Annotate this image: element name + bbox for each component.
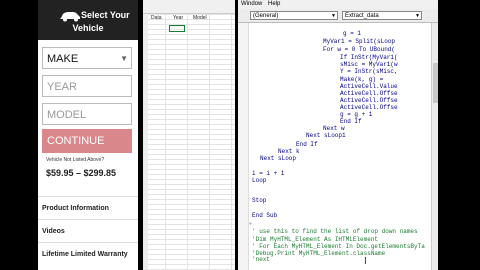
videos-section[interactable]: Videos (42, 228, 65, 235)
cell-grid[interactable] (143, 14, 235, 270)
object-combo[interactable]: (General) ▼ (250, 11, 338, 20)
chevron-down-icon: ▼ (331, 13, 336, 19)
code-line[interactable]: ActiveCell.Offse (340, 90, 398, 97)
scrollbar-thumb[interactable] (433, 63, 438, 103)
code-line[interactable]: ' For Each MyHTML_Element In Doc.getElem… (252, 243, 425, 250)
code-line[interactable]: End If (296, 141, 318, 148)
row-headers (143, 14, 148, 270)
menu-bar: Window Help (238, 0, 438, 9)
column-header-model[interactable]: Model (193, 15, 207, 21)
column-header-data[interactable]: Data (151, 15, 162, 21)
code-line[interactable]: Next w (323, 125, 345, 132)
code-line[interactable]: i = i + 1 (252, 170, 284, 177)
code-line[interactable]: 'next (252, 256, 270, 263)
price-range: $59.95 – $299.85 (46, 168, 117, 178)
vehicle-not-listed-link[interactable]: Vehicle Not Listed Above? (46, 157, 104, 163)
make-select-label: MAKE (47, 53, 79, 65)
code-line[interactable]: If InStr(MyVar1( (340, 54, 398, 61)
menu-window[interactable]: Window (241, 0, 262, 9)
text-cursor-icon: I (364, 256, 367, 267)
select-vehicle-title-line1: Select Your (81, 10, 130, 20)
code-line[interactable]: ActiveCell.Value (340, 83, 398, 90)
code-line[interactable]: Next sLoop (260, 155, 296, 162)
model-select-label: MODEL (47, 109, 87, 121)
vertical-scrollbar[interactable] (431, 23, 438, 270)
code-line[interactable]: Y = InStr(sMisc, (340, 68, 398, 75)
procedure-combo-value: Extract_data (345, 13, 379, 19)
insertion-marker-icon: ▪ (249, 219, 252, 228)
code-line[interactable]: Make(k, g) = (340, 76, 387, 83)
year-select[interactable]: YEAR (42, 75, 132, 97)
code-line[interactable]: g = 1 (343, 30, 361, 37)
year-select-label: YEAR (47, 81, 77, 93)
lifetime-warranty-section[interactable]: Lifetime Limited Warranty (42, 251, 128, 258)
model-select[interactable]: MODEL (42, 103, 132, 125)
divider (38, 196, 138, 197)
spreadsheet-toolbar (143, 0, 235, 14)
continue-button[interactable]: CONTINUE (42, 129, 132, 153)
divider (38, 219, 138, 220)
chevron-down-icon: ▼ (415, 13, 420, 19)
selected-cell[interactable] (169, 25, 185, 32)
code-line[interactable]: For w = 0 To UBound( (323, 46, 395, 53)
code-line[interactable]: sMisc = MyVar1(w (340, 61, 398, 68)
car-icon (60, 12, 80, 22)
code-line[interactable]: 'Dim MyHTML_Element As IHTMLElement (252, 236, 378, 243)
column-header-year[interactable]: Year (173, 15, 183, 21)
chevron-down-icon: ▼ (120, 54, 128, 63)
spreadsheet-panel: Data Year Model (143, 0, 235, 270)
code-line[interactable]: End If (340, 118, 362, 125)
web-header: Select Your Vehicle (38, 0, 138, 40)
make-select[interactable]: MAKE ▼ (42, 47, 132, 69)
code-line[interactable]: Loop (252, 177, 266, 184)
code-line[interactable]: Stop (252, 197, 266, 204)
object-combo-value: (General) (253, 13, 279, 19)
code-line[interactable]: Next k (278, 148, 300, 155)
code-line[interactable]: ActiveCell.Offse (340, 104, 398, 111)
product-information-section[interactable]: Product Information (42, 205, 109, 212)
margin-indicator-bar (238, 23, 249, 270)
code-line[interactable]: g = g + 1 (340, 111, 372, 118)
code-line[interactable]: ' use this to find the list of drop down… (252, 228, 418, 235)
code-line[interactable]: ActiveCell.Offse (340, 97, 398, 104)
divider (38, 242, 138, 243)
code-line[interactable]: Next sLoop1 (306, 132, 346, 139)
procedure-combo[interactable]: Extract_data ▼ (342, 11, 422, 20)
code-line[interactable]: 'Debug.Print MyHTML_Element.className (252, 250, 385, 257)
code-line[interactable]: MyVar1 = Split(sLoop (323, 38, 395, 45)
menu-help[interactable]: Help (268, 0, 280, 9)
web-page-panel: Select Your Vehicle MAKE ▼ YEAR MODEL CO… (38, 0, 138, 270)
select-vehicle-title-line2: Vehicle (72, 23, 104, 33)
vba-editor: Window Help (General) ▼ Extract_data ▼ ▪… (238, 0, 438, 270)
code-line[interactable]: End Sub (252, 212, 277, 219)
